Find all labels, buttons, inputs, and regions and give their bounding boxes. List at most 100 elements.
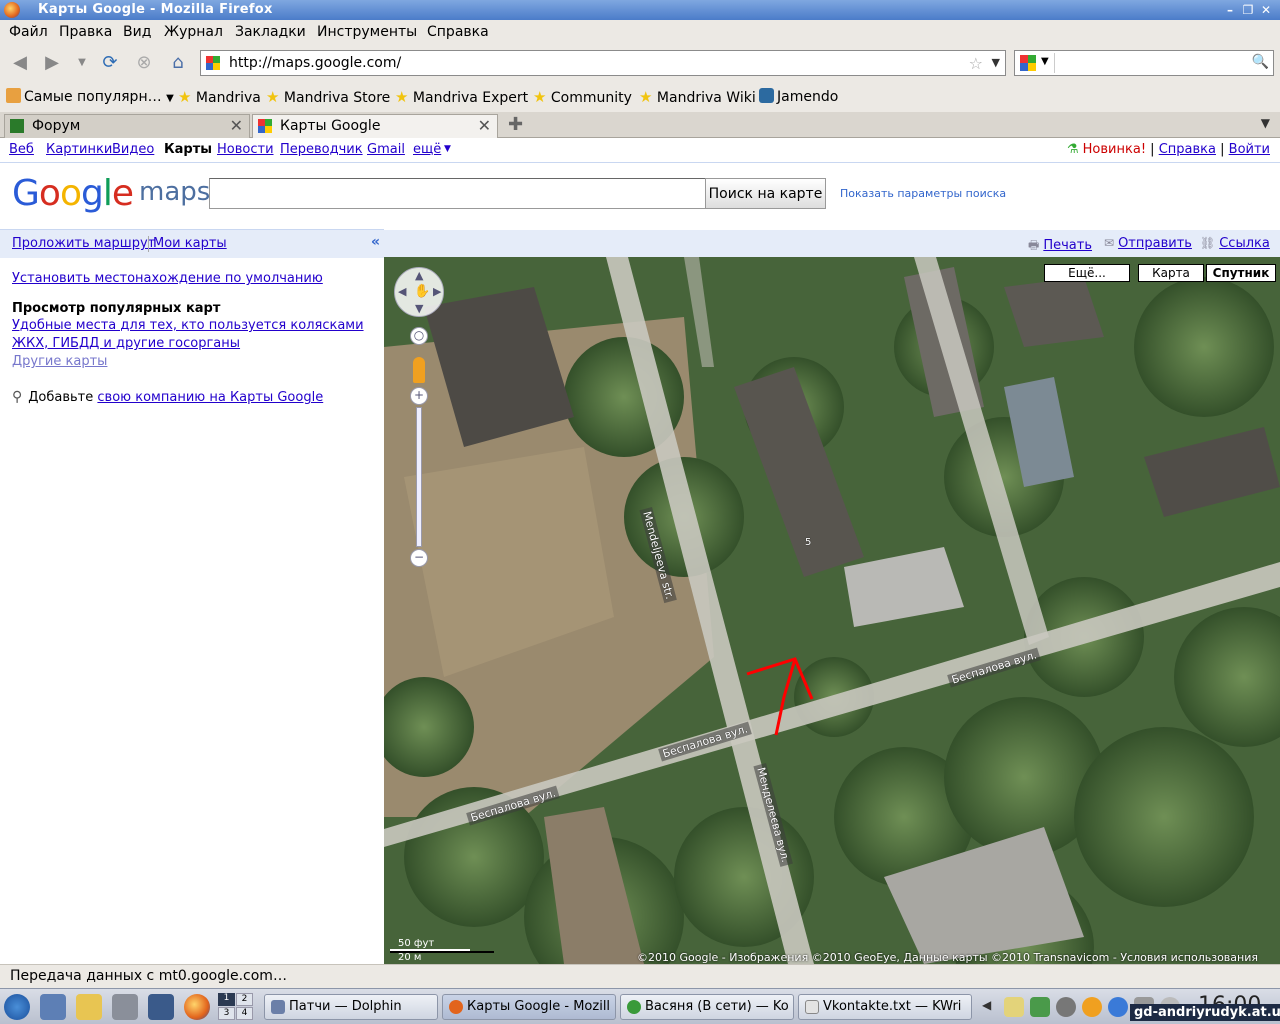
start-menu-icon[interactable]	[4, 994, 30, 1020]
pan-left-icon[interactable]: ◀	[398, 285, 406, 298]
link-action[interactable]: ⛓ Ссылка	[1200, 236, 1270, 251]
minimize-icon[interactable]: –	[1222, 2, 1238, 18]
send-action[interactable]: ✉ Отправить	[1104, 236, 1192, 251]
reload-icon[interactable]: ⟳	[98, 52, 122, 74]
document-icon	[805, 1000, 819, 1014]
tab-google-maps[interactable]: Карты Google ✕	[252, 114, 498, 138]
search-bar[interactable]: ▼ 🔍	[1014, 50, 1274, 76]
desktop-pager[interactable]: 1 2 3 4	[218, 993, 254, 1021]
tab-forum[interactable]: Форум ✕	[4, 114, 250, 138]
gbar-new[interactable]: Новинка!	[1083, 142, 1146, 157]
pegman-icon[interactable]	[413, 357, 425, 383]
map-type-map[interactable]: Карта	[1138, 264, 1204, 282]
bookmark-community[interactable]: ★ Community	[533, 88, 632, 106]
task-dolphin[interactable]: Патчи — Dolphin	[264, 994, 438, 1020]
terminal-icon[interactable]	[148, 994, 174, 1020]
task-kwrite[interactable]: Vkontakte.txt — KWri	[798, 994, 972, 1020]
menu-file[interactable]: Файл	[9, 24, 48, 40]
menu-history[interactable]: Журнал	[164, 24, 223, 40]
collapse-panel-icon[interactable]: «	[371, 234, 380, 250]
tools-icon[interactable]	[112, 994, 138, 1020]
search-icon[interactable]: 🔍	[1252, 54, 1269, 70]
address-bar[interactable]: ☆ ▼	[200, 50, 1006, 76]
get-directions-link[interactable]: Проложить маршрут	[12, 236, 155, 251]
menu-tools[interactable]: Инструменты	[317, 24, 417, 40]
map-search-input[interactable]	[209, 178, 707, 209]
google-icon	[1020, 55, 1036, 71]
set-default-location-link[interactable]: Установить местонахождение по умолчанию	[12, 271, 323, 286]
menu-view[interactable]: Вид	[123, 24, 151, 40]
stop-icon[interactable]: ⊗	[132, 52, 156, 74]
status-text: Передача данных с mt0.google.com…	[10, 968, 287, 984]
update-icon[interactable]	[1030, 997, 1050, 1017]
maximize-icon[interactable]: ❐	[1240, 2, 1256, 18]
gbar-video[interactable]: Видео	[112, 142, 154, 157]
search-engine-selector[interactable]: ▼	[1017, 53, 1055, 73]
bookmark-mandriva[interactable]: ★ Mandriva	[178, 88, 261, 106]
show-desktop-icon[interactable]	[40, 994, 66, 1020]
menu-help[interactable]: Справка	[427, 24, 489, 40]
gbar-gmail[interactable]: Gmail	[367, 142, 405, 157]
url-dropdown-icon[interactable]: ▼	[992, 56, 1000, 69]
bookmark-jamendo[interactable]: Jamendo	[759, 88, 838, 105]
gbar-news[interactable]: Новости	[217, 142, 274, 157]
home-icon[interactable]: ⌂	[166, 52, 190, 74]
map-type-satellite[interactable]: Спутник	[1206, 264, 1276, 282]
gbar-translate[interactable]: Переводчик	[280, 142, 363, 157]
gbar-web[interactable]: Веб	[9, 142, 34, 157]
clipboard-icon[interactable]	[1004, 997, 1024, 1017]
gbar-signin[interactable]: Войти	[1229, 142, 1270, 157]
other-maps-link[interactable]: Другие карты	[12, 354, 107, 369]
flask-icon: ⚗	[1066, 142, 1079, 157]
network-icon[interactable]	[1056, 997, 1076, 1017]
forward-icon[interactable]: ▶	[40, 52, 64, 74]
bookmark-mandriva-expert[interactable]: ★ Mandriva Expert	[395, 88, 528, 106]
map-type-more[interactable]: Ещё...	[1044, 264, 1130, 282]
gbar-images[interactable]: Картинки	[46, 142, 112, 157]
satellite-map[interactable]: Mendeljeeva str. Беспалова вул. Беспалов…	[384, 257, 1280, 964]
search-map-button[interactable]: Поиск на карте	[705, 178, 826, 209]
print-action[interactable]: 🖶 Печать	[1028, 236, 1092, 257]
back-icon[interactable]: ◀	[8, 52, 32, 74]
pan-down-icon[interactable]: ▼	[415, 302, 423, 315]
zoom-reset-icon[interactable]: ○	[410, 327, 428, 345]
show-search-options-link[interactable]: Показать параметры поиска	[840, 187, 1006, 200]
tab-list-icon[interactable]: ▼	[1261, 116, 1270, 130]
my-maps-link[interactable]: Мои карты	[153, 236, 227, 251]
hand-icon: ✋	[414, 284, 431, 299]
new-tab-icon[interactable]: ✚	[508, 114, 523, 135]
firefox-launcher-icon[interactable]	[184, 994, 210, 1020]
pan-up-icon[interactable]: ▲	[415, 269, 423, 282]
menu-bookmarks[interactable]: Закладки	[235, 24, 306, 40]
zoom-out-icon[interactable]: −	[410, 549, 428, 567]
pan-right-icon[interactable]: ▶	[433, 285, 441, 298]
popular-map-link[interactable]: Удобные места для тех, кто пользуется ко…	[12, 318, 364, 333]
bluetooth-icon[interactable]	[1108, 997, 1128, 1017]
bookmark-star-icon[interactable]: ☆	[969, 54, 983, 73]
zoom-in-icon[interactable]: +	[410, 387, 428, 405]
close-tab-icon[interactable]: ✕	[478, 116, 491, 135]
close-tab-icon[interactable]: ✕	[230, 116, 243, 135]
google-maps-logo[interactable]: Google maps	[12, 173, 210, 214]
popular-map-link[interactable]: ЖКХ, ГИБДД и другие госорганы	[12, 336, 240, 351]
url-input[interactable]	[229, 53, 929, 73]
close-icon[interactable]: ✕	[1258, 2, 1274, 18]
notes-icon[interactable]	[76, 994, 102, 1020]
bookmark-most-visited[interactable]: Самые популярн… ▼	[6, 88, 174, 105]
bookmark-mandriva-store[interactable]: ★ Mandriva Store	[266, 88, 390, 106]
gbar-more[interactable]: ещё	[413, 142, 441, 157]
tray-arrow-icon[interactable]: ◀	[982, 998, 991, 1012]
gbar-help[interactable]: Справка	[1159, 142, 1216, 157]
menu-edit[interactable]: Правка	[59, 24, 112, 40]
firefox-icon	[449, 1000, 463, 1014]
bookmark-mandriva-wiki[interactable]: ★ Mandriva Wiki	[639, 88, 756, 106]
add-business-link[interactable]: свою компанию на Карты Google	[97, 390, 323, 405]
help-icon[interactable]	[1082, 997, 1102, 1017]
pan-control[interactable]: ▲ ▼ ◀ ▶ ✋	[394, 267, 444, 317]
satellite-imagery	[384, 257, 1280, 964]
zoom-slider[interactable]	[416, 407, 422, 547]
task-kopete[interactable]: Васяня (В сети) — Ko	[620, 994, 794, 1020]
history-dropdown-icon[interactable]: ▼	[70, 52, 94, 74]
task-firefox[interactable]: Карты Google - Mozill	[442, 994, 616, 1020]
navigation-toolbar: ◀ ▶ ▼ ⟳ ⊗ ⌂ ☆ ▼ ▼ 🔍	[0, 44, 1280, 82]
